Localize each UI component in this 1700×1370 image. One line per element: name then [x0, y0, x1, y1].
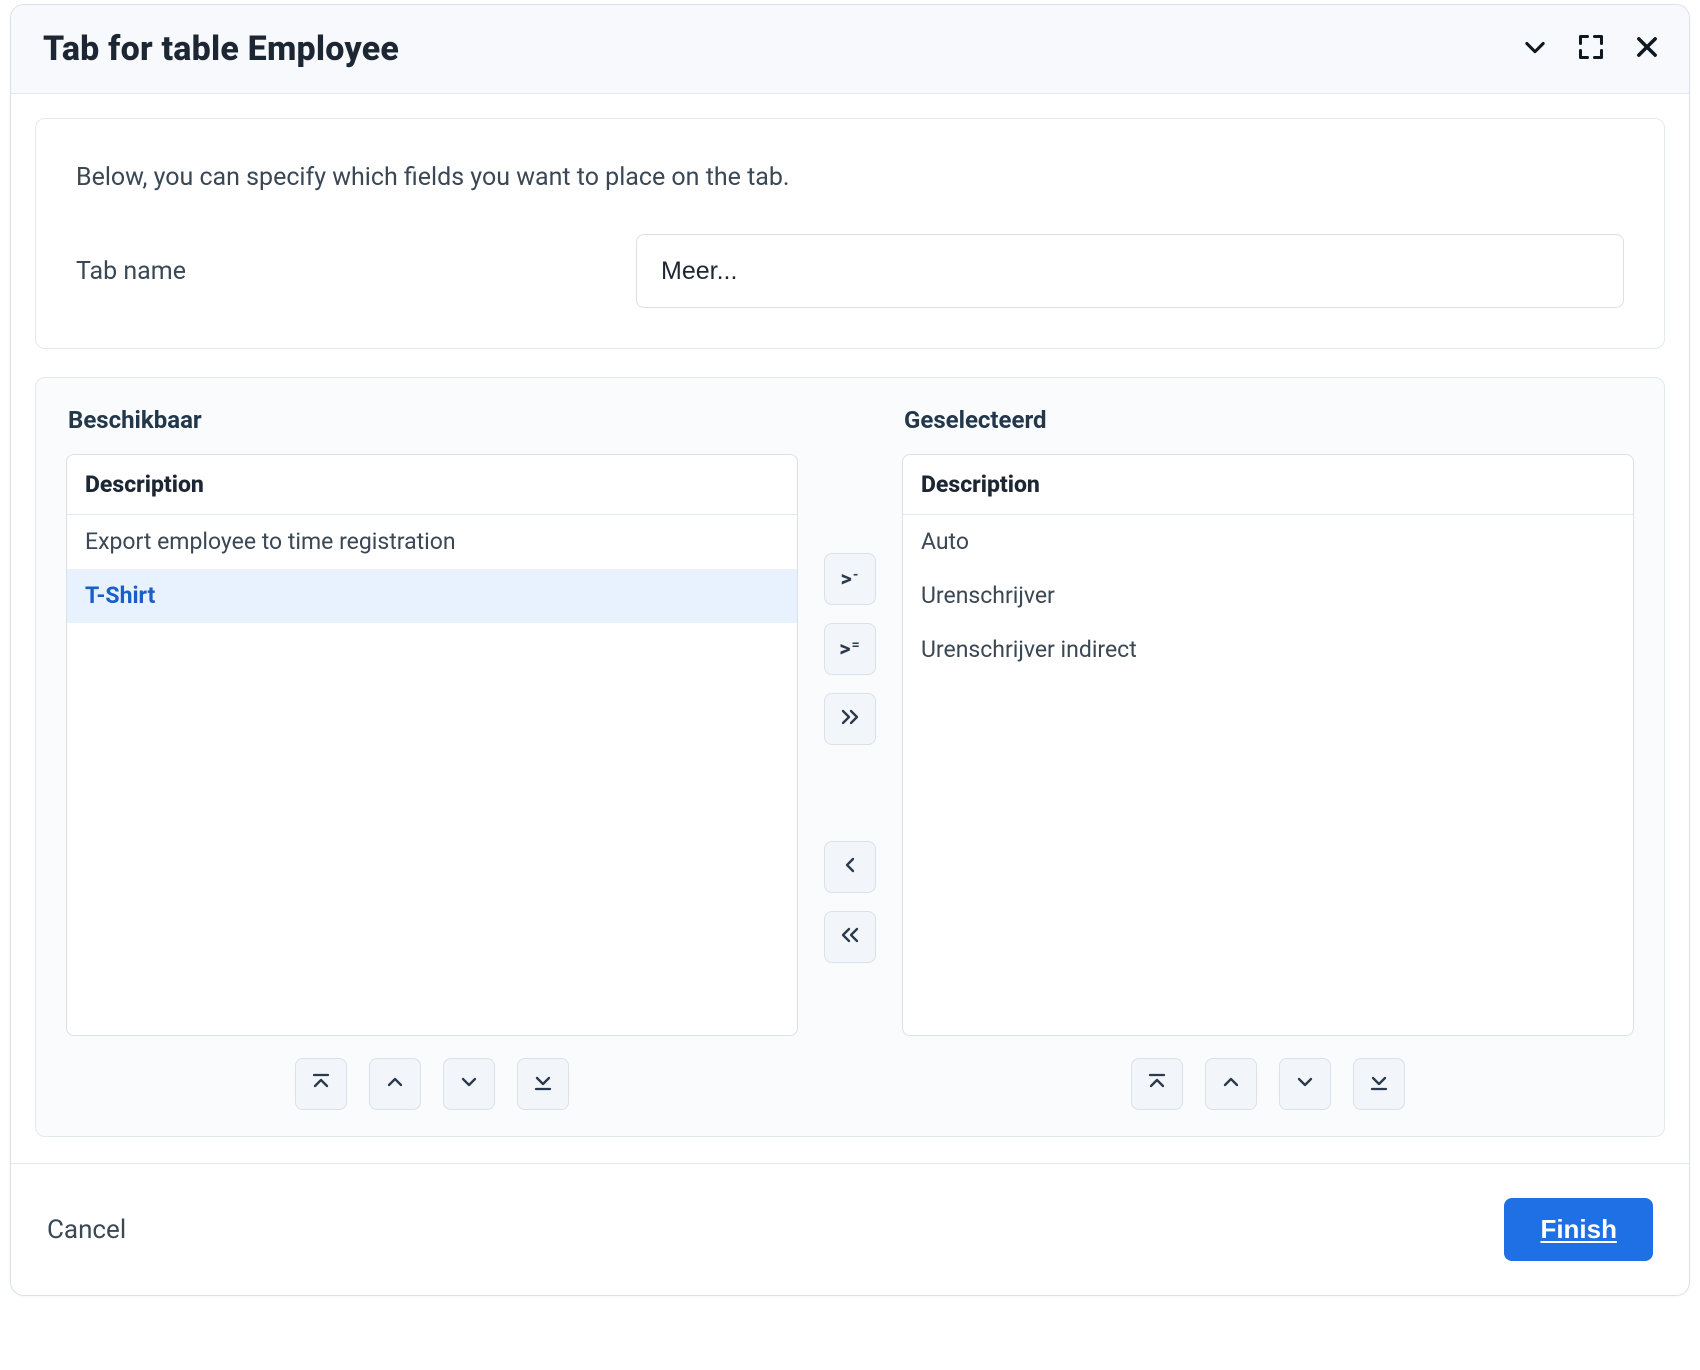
remove-selected-button[interactable] — [824, 841, 876, 893]
move-up-button[interactable] — [1205, 1058, 1257, 1110]
list-item[interactable]: T-Shirt — [67, 569, 797, 623]
dialog: Tab for table Employee — [10, 4, 1690, 1296]
add-selected-icon: >- — [841, 567, 860, 592]
double-chevron-left-icon — [838, 923, 862, 951]
move-bottom-button[interactable] — [1353, 1058, 1405, 1110]
fullscreen-icon — [1577, 33, 1605, 65]
dialog-footer: Cancel Finish — [11, 1163, 1689, 1295]
add-selected-button[interactable]: >- — [824, 553, 876, 605]
tab-settings-panel: Below, you can specify which fields you … — [35, 118, 1665, 349]
move-top-icon — [309, 1070, 333, 1098]
chevron-down-icon — [1521, 33, 1549, 65]
move-down-button[interactable] — [1279, 1058, 1331, 1110]
chevron-down-icon — [1293, 1070, 1317, 1098]
chevron-up-icon — [1219, 1070, 1243, 1098]
available-column-header: Description — [67, 455, 797, 515]
list-item[interactable]: Urenschrijver — [903, 569, 1633, 623]
available-title: Beschikbaar — [68, 406, 798, 434]
transfer-controls: >- >= — [820, 406, 880, 1110]
header-actions — [1521, 35, 1661, 63]
move-top-button[interactable] — [1131, 1058, 1183, 1110]
double-chevron-right-icon — [838, 705, 862, 733]
intro-text: Below, you can specify which fields you … — [76, 163, 1624, 192]
move-top-button[interactable] — [295, 1058, 347, 1110]
list-item[interactable]: Auto — [903, 515, 1633, 569]
selected-column: Geselecteerd Description AutoUrenschrijv… — [902, 406, 1634, 1110]
list-item[interactable]: Urenschrijver indirect — [903, 623, 1633, 677]
dialog-header: Tab for table Employee — [11, 5, 1689, 94]
move-bottom-icon — [531, 1070, 555, 1098]
close-button[interactable] — [1633, 35, 1661, 63]
add-selected-alt-icon: >= — [839, 637, 860, 662]
selected-column-header: Description — [903, 455, 1633, 515]
list-item[interactable]: Export employee to time registration — [67, 515, 797, 569]
available-column: Beschikbaar Description Export employee … — [66, 406, 798, 1110]
tab-name-input[interactable] — [636, 234, 1624, 308]
available-reorder-controls — [66, 1058, 798, 1110]
move-down-button[interactable] — [443, 1058, 495, 1110]
tab-name-label: Tab name — [76, 257, 616, 286]
move-bottom-icon — [1367, 1070, 1391, 1098]
remove-all-button[interactable] — [824, 911, 876, 963]
selected-reorder-controls — [902, 1058, 1634, 1110]
chevron-up-icon — [383, 1070, 407, 1098]
move-up-button[interactable] — [369, 1058, 421, 1110]
fullscreen-button[interactable] — [1577, 35, 1605, 63]
add-all-button[interactable] — [824, 693, 876, 745]
selected-listbox[interactable]: Description AutoUrenschrijverUrenschrijv… — [902, 454, 1634, 1036]
collapse-button[interactable] — [1521, 35, 1549, 63]
finish-button[interactable]: Finish — [1504, 1198, 1653, 1261]
selected-title: Geselecteerd — [904, 406, 1634, 434]
dialog-title: Tab for table Employee — [43, 29, 399, 69]
move-bottom-button[interactable] — [517, 1058, 569, 1110]
add-selected-alt-button[interactable]: >= — [824, 623, 876, 675]
finish-button-label: Finish — [1540, 1214, 1617, 1244]
move-top-icon — [1145, 1070, 1169, 1098]
cancel-button[interactable]: Cancel — [47, 1215, 126, 1245]
dual-list-panel: Beschikbaar Description Export employee … — [35, 377, 1665, 1137]
tab-name-row: Tab name — [76, 234, 1624, 308]
chevron-down-icon — [457, 1070, 481, 1098]
close-icon — [1633, 33, 1661, 65]
chevron-left-icon — [838, 853, 862, 881]
available-listbox[interactable]: Description Export employee to time regi… — [66, 454, 798, 1036]
